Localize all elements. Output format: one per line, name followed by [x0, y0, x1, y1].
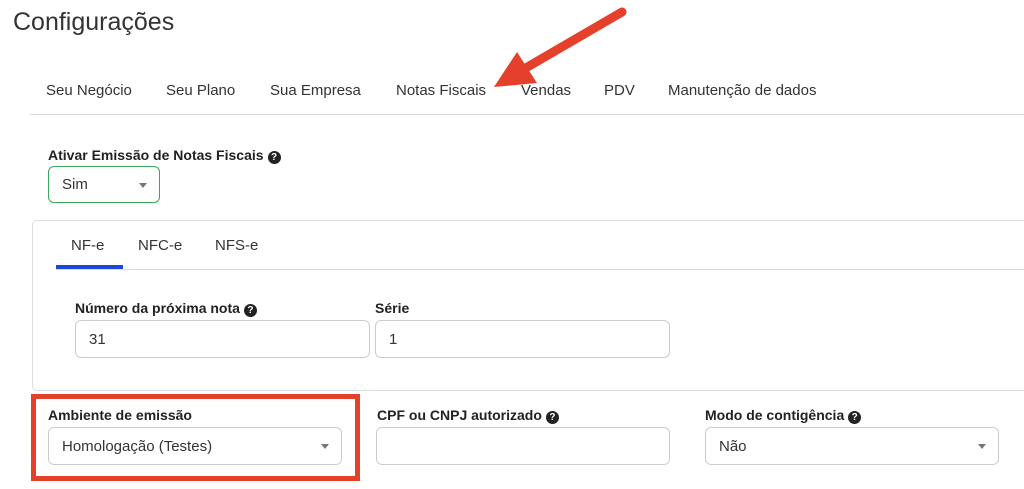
cpf-cnpj-input[interactable]: [376, 427, 670, 465]
main-tabs: Seu Negócio Seu Plano Sua Empresa Notas …: [30, 74, 1024, 115]
tab-seu-negocio[interactable]: Seu Negócio: [46, 82, 132, 99]
next-number-value: 31: [89, 330, 106, 348]
annotation-highlight-box: [31, 394, 360, 481]
question-circle-icon[interactable]: ?: [267, 151, 281, 164]
emission-label: Ativar Emissão de Notas Fiscais?: [48, 147, 281, 164]
question-circle-icon[interactable]: ?: [243, 304, 257, 317]
tab-sua-empresa[interactable]: Sua Empresa: [270, 82, 361, 99]
tab-pdv[interactable]: PDV: [604, 82, 635, 99]
serie-value: 1: [389, 330, 398, 348]
question-circle-icon[interactable]: ?: [545, 411, 559, 424]
active-subtab-indicator: [56, 265, 123, 269]
serie-input[interactable]: 1: [375, 320, 670, 358]
tab-nfc-e[interactable]: NFC-e: [138, 237, 182, 254]
contingencia-label: Modo de contigência?: [705, 407, 862, 424]
cpf-cnpj-label: CPF ou CNPJ autorizado?: [377, 407, 559, 424]
contingencia-select-value: Não: [719, 437, 747, 455]
serie-label: Série: [375, 300, 410, 316]
contingencia-select[interactable]: Não: [705, 427, 999, 465]
emission-select-value: Sim: [62, 176, 88, 193]
sub-tabs: NF-e NFC-e NFS-e: [56, 221, 1024, 270]
tab-seu-plano[interactable]: Seu Plano: [166, 82, 235, 99]
caret-down-icon: [139, 182, 147, 188]
tab-vendas[interactable]: Vendas: [521, 82, 571, 99]
tab-notas-fiscais[interactable]: Notas Fiscais: [396, 82, 486, 99]
next-number-label: Número da próxima nota?: [75, 300, 257, 317]
emission-select[interactable]: Sim: [48, 166, 160, 203]
tab-nf-e[interactable]: NF-e: [71, 237, 104, 254]
tab-manutencao-de-dados[interactable]: Manutenção de dados: [668, 82, 816, 99]
question-circle-icon[interactable]: ?: [848, 411, 862, 424]
caret-down-icon: [978, 444, 986, 449]
tab-nfs-e[interactable]: NFS-e: [215, 237, 258, 254]
page-title: Configurações: [13, 8, 175, 36]
next-number-input[interactable]: 31: [75, 320, 370, 358]
